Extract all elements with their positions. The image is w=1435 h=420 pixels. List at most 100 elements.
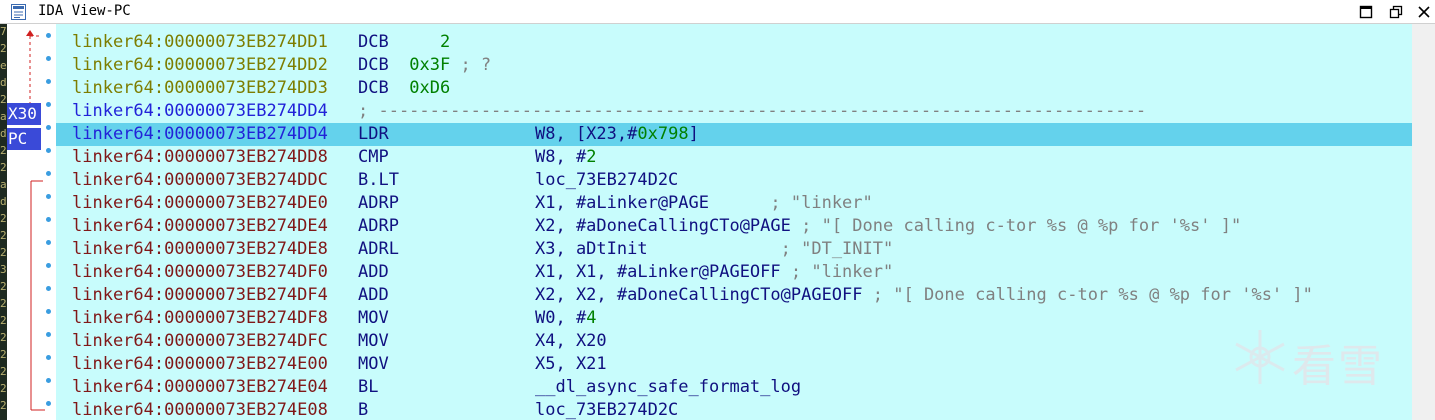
line-address[interactable]: linker64:00000073EB274DD4 [72,123,328,146]
line-operands[interactable]: loc_73EB274D2C [535,169,678,192]
line-mnemonic[interactable]: ADD [358,284,389,307]
breakpoint-dot[interactable] [46,309,51,314]
listing-row[interactable]: linker64:00000073EB274E04 BL __dl_async_sa… [56,376,1412,399]
line-address[interactable]: linker64:00000073EB274DDC [72,169,328,192]
breakpoint-dot[interactable] [46,33,51,38]
line-address[interactable]: linker64:00000073EB274DE8 [72,238,328,261]
close-icon[interactable] [1416,4,1432,20]
line-operands[interactable]: 0xD6 [399,77,450,100]
line-mnemonic[interactable]: ADRL [358,238,399,261]
left-strip-char: a [0,179,7,191]
maximize-icon[interactable] [1358,4,1374,20]
line-address[interactable]: linker64:00000073EB274DF8 [72,307,328,330]
line-address[interactable]: linker64:00000073EB274DD4 [72,100,328,123]
listing-row[interactable]: linker64:00000073EB274DE8 ADRL X3, aDtInit… [56,238,1412,261]
ida-view-icon [11,4,26,20]
listing-row[interactable]: linker64:00000073EB274DF8 MOV W0, #4 [56,307,1412,330]
line-operands[interactable]: W8, [X23,#0x798] [535,123,699,146]
disassembly-listing[interactable]: linker64:00000073EB274DD1 DCB 2 linker64:0… [56,24,1412,420]
line-address[interactable]: linker64:00000073EB274DF4 [72,284,328,307]
left-strip-char: 7 [0,26,7,38]
breakpoint-dot[interactable] [46,240,51,245]
listing-row[interactable]: linker64:00000073EB274E00 MOV X5, X21 [56,353,1412,376]
listing-row[interactable]: linker64:00000073EB274E08 Bloc_73EB274D2C [56,399,1412,420]
left-strip-char: 2 [0,332,7,344]
line-operands[interactable]: __dl_async_safe_format_log [535,376,801,399]
left-strip-char: 3 [0,264,7,276]
line-operands[interactable]: X2, X2, #aDoneCallingCTo@PAGEOFF ; "[ Do… [535,284,1313,307]
breakpoint-dot[interactable] [46,355,51,360]
line-mnemonic[interactable]: B.LT [358,169,399,192]
left-strip-char: 2 [0,230,7,242]
line-address[interactable]: linker64:00000073EB274DD3 [72,77,328,100]
listing-row[interactable]: linker64:00000073EB274DF0 ADD X1, X1, #aLi… [56,261,1412,284]
vertical-scrollbar[interactable] [1412,24,1435,420]
line-mnemonic[interactable]: DCB [358,54,389,77]
line-address[interactable]: linker64:00000073EB274E04 [72,376,328,399]
left-panel-edge: 72ed2ad22ad222322222222 [0,24,7,420]
line-operands[interactable]: 0x3F ; ? [399,54,491,77]
line-address[interactable]: linker64:00000073EB274DFC [72,330,328,353]
line-operands[interactable]: loc_73EB274D2C [535,399,678,420]
listing-row[interactable]: linker64:00000073EB274DDC B.LT loc_73EB274… [56,169,1412,192]
line-operands[interactable]: X5, X21 [535,353,607,376]
line-operands[interactable]: X4, X20 [535,330,607,353]
line-operands[interactable]: X1, #aLinker@PAGE ; "linker" [535,192,873,215]
breakpoint-dot[interactable] [46,171,51,176]
line-mnemonic[interactable]: DCB [358,77,389,100]
line-address[interactable]: linker64:00000073EB274DF0 [72,261,328,284]
line-mnemonic[interactable]: BL [358,376,378,399]
listing-row[interactable]: linker64:00000073EB274DD3 DCB 0xD6 [56,77,1412,100]
left-strip-char: e [0,60,7,72]
line-mnemonic[interactable]: DCB [358,31,389,54]
line-mnemonic[interactable]: MOV [358,353,389,376]
breakpoint-dot[interactable] [46,102,51,107]
listing-row[interactable]: linker64:00000073EB274DD8 CMP W8, #2 [56,146,1412,169]
line-mnemonic[interactable]: LDR [358,123,389,146]
line-operands[interactable]: X1, X1, #aLinker@PAGEOFF ; "linker" [535,261,893,284]
line-operands[interactable]: X2, #aDoneCallingCTo@PAGE ; "[ Done call… [535,215,1241,238]
listing-row[interactable]: linker64:00000073EB274DD4 ; -------------… [56,100,1412,123]
line-mnemonic[interactable]: MOV [358,307,389,330]
line-operands[interactable]: W0, #4 [535,307,596,330]
line-comment: ; ? [450,55,492,75]
line-mnemonic[interactable]: B [358,399,368,420]
breakpoint-dot[interactable] [46,378,51,383]
line-mnemonic[interactable]: CMP [358,146,389,169]
listing-row[interactable]: linker64:00000073EB274DD1 DCB 2 [56,31,1412,54]
restore-icon[interactable] [1388,4,1404,20]
line-address[interactable]: linker64:00000073EB274DE0 [72,192,328,215]
breakpoint-dot[interactable] [46,79,51,84]
line-address[interactable]: linker64:00000073EB274DD8 [72,146,328,169]
line-address[interactable]: linker64:00000073EB274DD1 [72,31,328,54]
line-address[interactable]: linker64:00000073EB274E08 [72,399,328,420]
line-operands[interactable]: W8, #2 [535,146,596,169]
listing-row[interactable]: linker64:00000073EB274DE0 ADRP X1, #aLinke… [56,192,1412,215]
line-mnemonic[interactable]: ADD [358,261,389,284]
breakpoint-dot[interactable] [46,217,51,222]
left-strip-char: 2 [0,247,7,259]
breakpoint-dot[interactable] [46,263,51,268]
current-instruction-row[interactable]: linker64:00000073EB274DD4 LDR W8, [X23,#0x… [56,123,1412,146]
line-operands[interactable]: 2 [399,31,450,54]
line-operands[interactable]: X3, aDtInit ; "DT_INIT" [535,238,893,261]
separator-comment: ; --------------------------------------… [358,101,1147,121]
breakpoint-dot[interactable] [46,125,51,130]
listing-row[interactable]: linker64:00000073EB274DE4 ADRP X2, #aDoneC… [56,215,1412,238]
line-mnemonic[interactable]: ADRP [358,215,399,238]
line-address[interactable]: linker64:00000073EB274DE4 [72,215,328,238]
line-mnemonic[interactable]: ADRP [358,192,399,215]
listing-row[interactable]: linker64:00000073EB274DD2 DCB 0x3F ; ? [56,54,1412,77]
breakpoint-dot[interactable] [46,332,51,337]
breakpoint-dot[interactable] [46,56,51,61]
line-address[interactable]: linker64:00000073EB274DD2 [72,54,328,77]
breakpoint-dot[interactable] [46,401,51,406]
line-comment: ; "linker" [790,262,894,282]
listing-row[interactable]: linker64:00000073EB274DFC MOV X4, X20 [56,330,1412,353]
line-mnemonic[interactable]: MOV [358,330,389,353]
breakpoint-dot[interactable] [46,194,51,199]
breakpoint-dot[interactable] [46,286,51,291]
listing-row[interactable]: linker64:00000073EB274DF4 ADD X2, X2, #aDo… [56,284,1412,307]
breakpoint-dot[interactable] [46,148,51,153]
line-address[interactable]: linker64:00000073EB274E00 [72,353,328,376]
